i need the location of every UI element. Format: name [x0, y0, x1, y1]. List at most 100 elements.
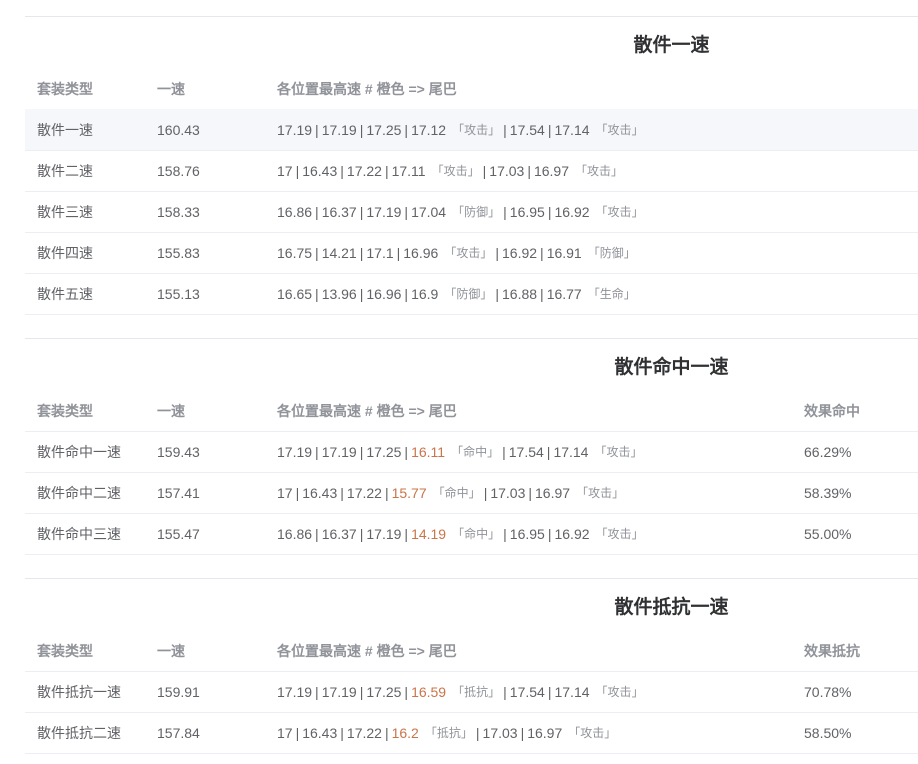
header-type: 套装类型: [37, 403, 93, 419]
table-row[interactable]: 散件四速 155.83 16.75 | 14.21 | 17.1 | 16.96 「攻…: [25, 232, 918, 274]
separator: |: [295, 484, 300, 501]
section-title: 散件命中一速: [614, 356, 729, 378]
slot-speed: 16.86: [277, 525, 313, 542]
slot-tag: 「命中」: [451, 445, 500, 459]
separator: |: [495, 285, 499, 302]
slot-tag-text: 命中: [464, 527, 489, 541]
section-title: 散件一速: [633, 34, 710, 56]
separator: |: [295, 724, 300, 741]
slot-tag-text: 攻击: [606, 445, 631, 459]
slot-speed: 15.77: [391, 484, 427, 501]
slot-speed: 17.03: [489, 162, 525, 179]
slot-tag-text: 攻击: [443, 164, 468, 178]
slot-speed: 17.54: [508, 443, 544, 460]
slot-speeds: 17 | 16.43 | 17.22 | 16.2 「抵抗」 | 17.03 | …: [277, 712, 619, 753]
speed-value: 158.33: [157, 203, 200, 220]
separator: |: [315, 285, 319, 302]
separator: |: [359, 683, 364, 700]
slot-speed: 17.04: [411, 203, 447, 220]
slot-speed: 17.03: [482, 724, 518, 741]
table-row[interactable]: 散件抵抗二速 157.84 17 | 16.43 | 17.22 | 16.2 「抵抗…: [25, 712, 918, 754]
slot-tag-text: 攻击: [607, 123, 632, 137]
slot-speed: 17.1: [366, 244, 394, 261]
separator: |: [503, 121, 507, 138]
slot-speed: 16.37: [321, 203, 357, 220]
slot-speed: 16.59: [411, 683, 447, 700]
slot-tag-text: 防御: [599, 246, 624, 260]
slot-speed: 17: [277, 162, 293, 179]
slot-speed: 16.97: [527, 724, 563, 741]
separator: |: [340, 724, 344, 741]
slot-tag-text: 抵抗: [464, 685, 489, 699]
slot-speed: 16.92: [554, 203, 590, 220]
separator: |: [359, 285, 364, 302]
slot-speed: 16.92: [502, 244, 538, 261]
separator: |: [404, 121, 409, 138]
set-name: 散件命中二速: [37, 484, 121, 501]
speed-value: 158.76: [157, 162, 200, 179]
slot-speed: 17: [277, 484, 293, 501]
separator: |: [547, 121, 552, 138]
slot-tag: 「攻击」: [452, 123, 501, 137]
separator: |: [546, 443, 551, 460]
slot-speed: 14.21: [321, 244, 357, 261]
slot-speed: 17.25: [366, 443, 402, 460]
slot-speed: 17.19: [366, 203, 402, 220]
slot-tag: 「攻击」: [568, 726, 617, 740]
speed-value: 160.43: [157, 121, 200, 138]
slot-speed: 17.25: [366, 121, 402, 138]
slot-speed: 17.19: [321, 443, 357, 460]
slot-speed: 17.03: [490, 484, 526, 501]
header-slots: 各位置最高速 # 橙色 => 尾巴: [277, 81, 457, 97]
effect-value: 58.39%: [804, 484, 852, 501]
set-name: 散件五速: [37, 285, 93, 302]
separator: |: [503, 525, 507, 542]
separator: |: [384, 484, 389, 501]
slot-tag-text: 命中: [444, 486, 469, 500]
separator: |: [315, 443, 319, 460]
slot-tag: 「攻击」: [595, 205, 644, 219]
table-row[interactable]: 散件命中二速 157.41 17 | 16.43 | 17.22 | 15.77 「命…: [25, 472, 918, 514]
effect-value: 70.78%: [804, 683, 852, 700]
slot-speed: 16.91: [546, 244, 582, 261]
header-effect: 效果抵抗: [804, 643, 860, 659]
separator: |: [540, 244, 544, 261]
table-row[interactable]: 散件五速 155.13 16.65 | 13.96 | 16.96 | 16.9 「防…: [25, 273, 918, 315]
slot-tag-text: 命中: [463, 445, 488, 459]
slot-tag-text: 抵抗: [436, 726, 461, 740]
slot-speed: 17.19: [277, 683, 313, 700]
speed-value: 157.84: [157, 724, 200, 741]
slot-speeds: 16.65 | 13.96 | 16.96 | 16.9 「防御」 | 16.88…: [277, 273, 639, 314]
table-row[interactable]: 散件命中一速 159.43 17.19 | 17.19 | 17.25 | 16.1…: [25, 431, 918, 473]
header-speed: 一速: [157, 403, 185, 419]
set-name: 散件三速: [37, 203, 93, 220]
separator: |: [528, 484, 533, 501]
slot-tag: 「防御」: [444, 287, 493, 301]
header-type: 套装类型: [37, 81, 93, 97]
separator: |: [404, 203, 409, 220]
table-row[interactable]: 散件三速 158.33 16.86 | 16.37 | 17.19 | 17.04 「…: [25, 191, 918, 233]
table-header: 套装类型 一速 各位置最高速 # 橙色 => 尾巴: [25, 69, 918, 110]
slot-speed: 16.75: [277, 244, 313, 261]
slot-tag: 「生命」: [587, 287, 636, 301]
table-row[interactable]: 散件抵抗一速 159.91 17.19 | 17.19 | 17.25 | 16.5…: [25, 671, 918, 713]
table-row[interactable]: 散件一速 160.43 17.19 | 17.19 | 17.25 | 17.12 「…: [25, 109, 918, 151]
slot-speed: 17.22: [346, 724, 382, 741]
separator: |: [547, 203, 552, 220]
set-name: 散件四速: [37, 244, 93, 261]
table-row[interactable]: 散件命中三速 155.47 16.86 | 16.37 | 17.19 | 14.1…: [25, 513, 918, 555]
separator: |: [340, 484, 344, 501]
separator: |: [340, 162, 344, 179]
table-row[interactable]: 散件二速 158.76 17 | 16.43 | 17.22 | 17.11 「攻击」…: [25, 150, 918, 192]
slot-speed: 16.43: [302, 162, 338, 179]
slot-tag: 「攻击」: [431, 164, 480, 178]
set-name: 散件二速: [37, 162, 93, 179]
slot-speed: 17.14: [553, 443, 589, 460]
header-effect: 效果命中: [804, 403, 860, 419]
slot-speed: 17.19: [321, 683, 357, 700]
separator: |: [359, 121, 364, 138]
slot-speed: 16.43: [302, 484, 338, 501]
table-header: 套装类型 一速 各位置最高速 # 橙色 => 尾巴 效果命中: [25, 391, 918, 432]
slot-tag-text: 攻击: [607, 527, 632, 541]
slot-speeds: 17.19 | 17.19 | 17.25 | 17.12 「攻击」 | 17.5…: [277, 109, 647, 150]
